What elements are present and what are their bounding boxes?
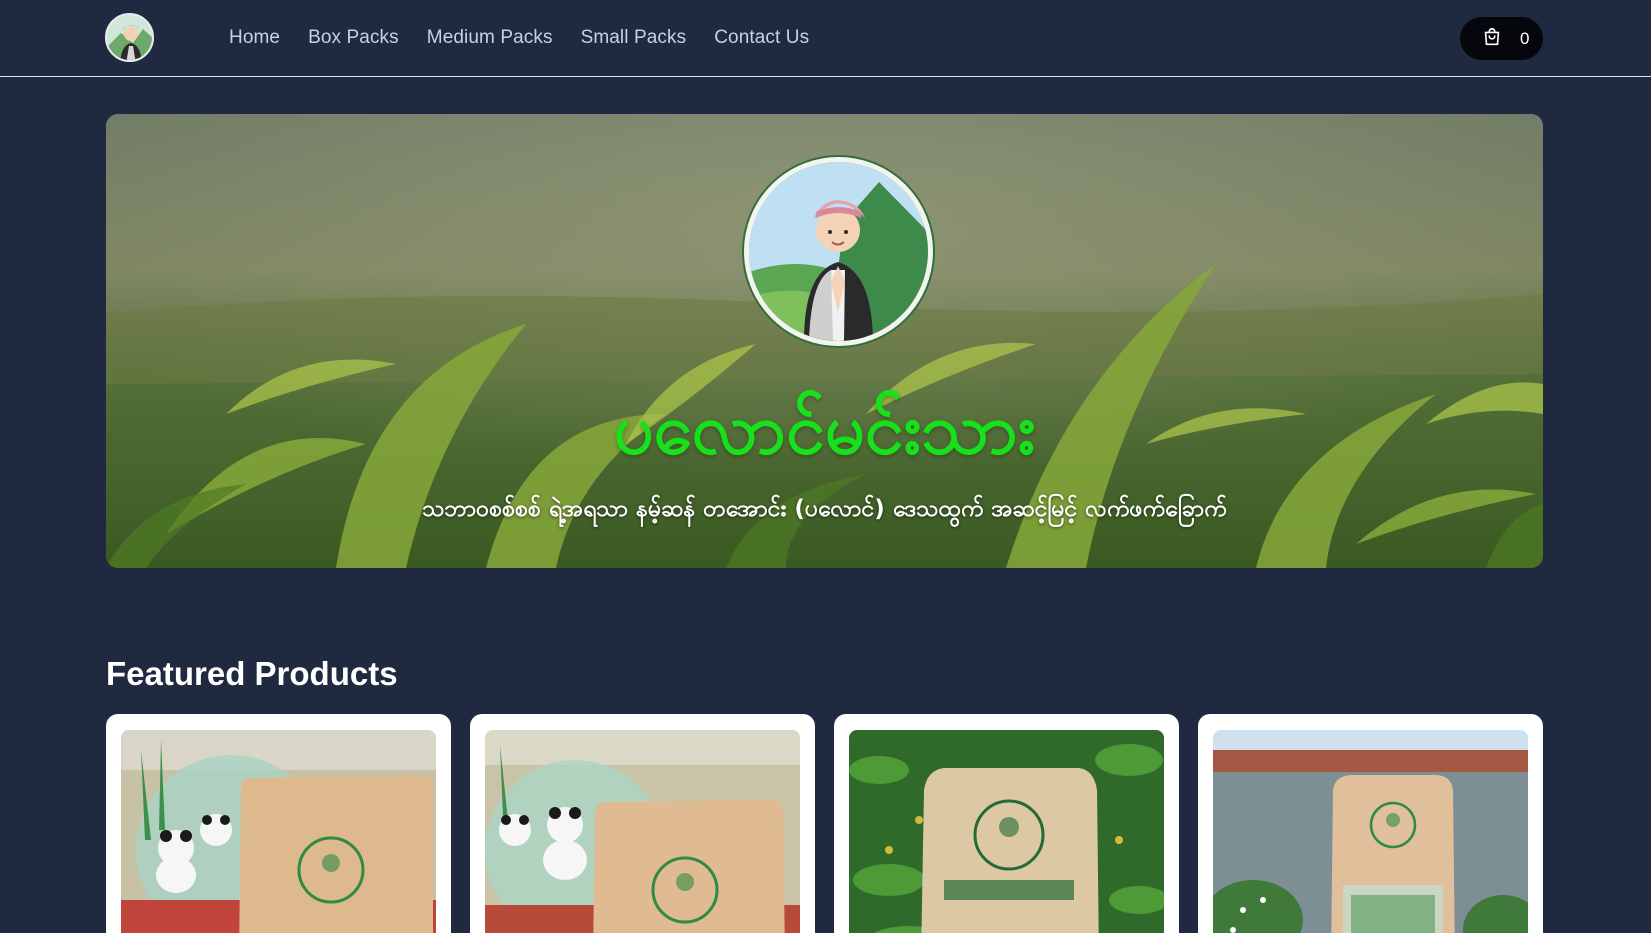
- hero-subtitle: သဘာဝစစ်စစ် ရဲ့အရသာ နမ့်ဆန် တအောင်း (ပလော…: [422, 496, 1227, 522]
- main-nav: Home Box Packs Medium Packs Small Packs …: [229, 24, 837, 52]
- nav-contact-us[interactable]: Contact Us: [714, 24, 809, 52]
- site-header: Home Box Packs Medium Packs Small Packs …: [0, 0, 1651, 77]
- product-card[interactable]: [106, 714, 451, 933]
- product-card[interactable]: [1198, 714, 1543, 933]
- product-card[interactable]: [834, 714, 1179, 933]
- hero-banner: ပလောင်မင်းသား သဘာဝစစ်စစ် ရဲ့အရသာ နမ့်ဆန်…: [106, 114, 1543, 568]
- nav-home[interactable]: Home: [229, 24, 280, 52]
- brand-logo-icon[interactable]: [105, 13, 154, 62]
- tea-pack-with-pandas-photo[interactable]: [485, 730, 800, 933]
- nav-box-packs[interactable]: Box Packs: [308, 24, 399, 52]
- nav-small-packs[interactable]: Small Packs: [581, 24, 687, 52]
- cart-button[interactable]: 0: [1460, 17, 1543, 60]
- tea-pack-in-garden-photo[interactable]: [849, 730, 1164, 933]
- tea-pack-with-pandas-photo[interactable]: [121, 730, 436, 933]
- tea-pack-by-palace-moat-photo[interactable]: [1213, 730, 1528, 933]
- product-card[interactable]: [470, 714, 815, 933]
- shopping-bag-icon: [1481, 26, 1503, 52]
- cart-count: 0: [1520, 28, 1530, 48]
- brand-mascot-avatar: [744, 157, 933, 346]
- featured-products-heading: Featured Products: [106, 655, 398, 692]
- nav-medium-packs[interactable]: Medium Packs: [427, 24, 553, 52]
- hero-title: ပလောင်မင်းသား: [613, 388, 1036, 470]
